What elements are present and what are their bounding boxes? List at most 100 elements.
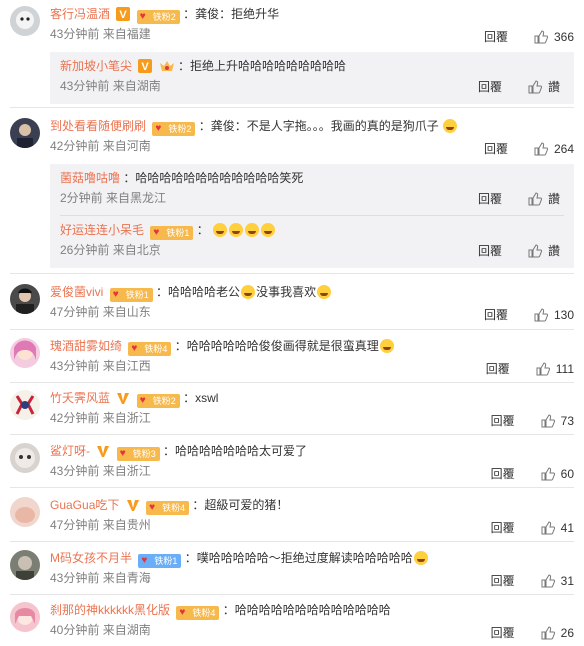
- reply-button[interactable]: 回覆: [491, 412, 515, 429]
- svg-text:V: V: [142, 61, 150, 73]
- comment-text: ：龚俊：不是人字拖。。。我画的真的是狗爪子: [198, 119, 439, 133]
- divider: [10, 594, 574, 595]
- verified-v-icon: [96, 444, 110, 462]
- like-button[interactable]: 130: [534, 308, 574, 322]
- verified-v-icon: V: [138, 59, 153, 77]
- like-count: 31: [560, 573, 574, 588]
- username[interactable]: 到处看看随便刷刷: [50, 119, 146, 133]
- reply-button[interactable]: 回覆: [484, 28, 508, 45]
- source: 来自江西: [102, 359, 151, 373]
- timestamp: 43分钟前: [60, 79, 110, 93]
- avatar[interactable]: [10, 284, 40, 314]
- avatar[interactable]: [10, 390, 40, 420]
- comment-text: ：噗哈哈哈哈哈～拒绝过度解读哈哈哈哈哈: [184, 551, 413, 565]
- like-button[interactable]: 264: [534, 142, 574, 156]
- like-button[interactable]: 60: [541, 467, 574, 481]
- comment-list: 客行冯温酒 V 铁粉2 ：龚俊：拒绝升华 43分钟前 来自福建 回覆 366 新…: [0, 0, 584, 646]
- source: 来自浙江: [102, 464, 151, 478]
- like-count: 26: [560, 625, 574, 640]
- laughing-emoji-icon: [213, 223, 228, 237]
- like-button[interactable]: 26: [541, 626, 574, 640]
- source: 来自河南: [102, 139, 151, 153]
- reply-button[interactable]: 回覆: [484, 140, 508, 157]
- laughing-emoji-icon: [229, 223, 244, 237]
- reply-item: 好运连连小呆毛 铁粉1 ： 26分钟前 来自北京 回覆 讚: [50, 216, 574, 268]
- comment-text: ：拒绝上升哈哈哈哈哈哈哈哈哈: [178, 59, 347, 73]
- comment-item: 到处看看随便刷刷 铁粉2 ：龚俊：不是人字拖。。。我画的真的是狗爪子 42分钟前…: [0, 116, 584, 160]
- reply-button[interactable]: 回覆: [491, 465, 515, 482]
- username[interactable]: 好运连连小呆毛: [60, 223, 144, 237]
- username[interactable]: 刹那的神kkkkkk黑化版: [50, 603, 170, 617]
- like-button[interactable]: 41: [541, 521, 574, 535]
- like-button[interactable]: 讚: [528, 242, 560, 259]
- thumbs-up-icon: [541, 466, 555, 480]
- username[interactable]: 鲨灯呀-: [50, 444, 90, 458]
- comment-text-2: 没事我喜欢: [256, 285, 317, 299]
- divider: [10, 107, 574, 108]
- crying-emoji-icon: [443, 119, 458, 133]
- comment-text: ：哈哈哈哈哈哈俊俊画得就是很蛮真理: [174, 339, 379, 353]
- avatar[interactable]: [10, 602, 40, 632]
- like-button[interactable]: 讚: [528, 78, 560, 95]
- like-count: 讚: [547, 80, 560, 94]
- username[interactable]: 瑰酒甜雾如绮: [50, 339, 122, 353]
- divider: [10, 382, 574, 383]
- thumbs-up-icon: [541, 573, 555, 587]
- avatar[interactable]: [10, 443, 40, 473]
- like-count: 41: [560, 520, 574, 535]
- avatar[interactable]: [10, 338, 40, 368]
- comment-text: ：xswl: [183, 391, 219, 405]
- avatar[interactable]: [10, 118, 40, 148]
- like-button[interactable]: 31: [541, 574, 574, 588]
- source: 来自北京: [112, 243, 161, 257]
- username[interactable]: 客行冯温酒: [50, 7, 110, 21]
- like-button[interactable]: 366: [534, 30, 574, 44]
- reply-item: 菌菇噜咕噜 ：哈哈哈哈哈哈哈哈哈哈哈哈笑死 2分钟前 来自黑龙江 回覆 讚: [50, 164, 574, 216]
- verified-v-icon: V: [116, 7, 131, 25]
- source: 来自湖南: [102, 623, 151, 637]
- username[interactable]: GuaGua吃下: [50, 498, 119, 512]
- username[interactable]: 新加坡小笔尖: [60, 59, 132, 73]
- timestamp: 47分钟前: [50, 305, 100, 319]
- cat-emoji-icon: [413, 551, 428, 565]
- comment-text: ：哈哈哈哈哈哈哈太可爱了: [163, 444, 308, 458]
- reply-button[interactable]: 回覆: [491, 624, 515, 641]
- like-button[interactable]: 讚: [528, 190, 560, 207]
- avatar[interactable]: [10, 6, 40, 36]
- source: 来自浙江: [102, 411, 151, 425]
- comment-item: 爱俊菌vivi 铁粉1 ：哈哈哈哈老公 没事我喜欢 47分钟前 来自山东 回覆 1…: [0, 282, 584, 326]
- avatar[interactable]: [10, 497, 40, 527]
- username[interactable]: 菌菇噜咕噜: [60, 171, 120, 185]
- like-count: 讚: [547, 244, 560, 258]
- like-button[interactable]: 73: [541, 414, 574, 428]
- reply-button[interactable]: 回覆: [491, 572, 515, 589]
- avatar[interactable]: [10, 550, 40, 580]
- fan-badge: 铁粉4: [146, 501, 190, 515]
- timestamp: 26分钟前: [60, 243, 110, 257]
- source: 来自福建: [102, 27, 151, 41]
- laughing-emoji-icon: [245, 223, 260, 237]
- comment-text: ：: [196, 223, 209, 237]
- svg-text:V: V: [120, 9, 128, 21]
- reply-button[interactable]: 回覆: [484, 306, 508, 323]
- reply-button[interactable]: 回覆: [486, 360, 510, 377]
- reply-button[interactable]: 回覆: [491, 519, 515, 536]
- like-button[interactable]: 111: [536, 362, 574, 376]
- like-count: 111: [555, 361, 574, 376]
- reply-button[interactable]: 回覆: [478, 78, 502, 95]
- fan-badge: 铁粉2: [152, 122, 196, 136]
- timestamp: 40分钟前: [50, 623, 100, 637]
- reply-button[interactable]: 回覆: [478, 190, 502, 207]
- comment-item: M码女孩不月半 铁粉1 ：噗哈哈哈哈哈～拒绝过度解读哈哈哈哈哈 43分钟前 来自…: [0, 548, 584, 592]
- timestamp: 43分钟前: [50, 359, 100, 373]
- fan-badge: 铁粉4: [128, 342, 172, 356]
- reply-button[interactable]: 回覆: [478, 242, 502, 259]
- username[interactable]: M码女孩不月半: [50, 551, 132, 565]
- username[interactable]: 爱俊菌vivi: [50, 285, 103, 299]
- divider: [10, 329, 574, 330]
- timestamp: 43分钟前: [50, 27, 100, 41]
- comment-item: GuaGua吃下 铁粉4 ：超級可爱的猪！ 47分钟前 来自贵州 回覆 41: [0, 495, 584, 539]
- like-count: 60: [560, 466, 574, 481]
- fan-badge: 铁粉2: [136, 394, 180, 408]
- username[interactable]: 竹夭霁风蓝: [50, 391, 110, 405]
